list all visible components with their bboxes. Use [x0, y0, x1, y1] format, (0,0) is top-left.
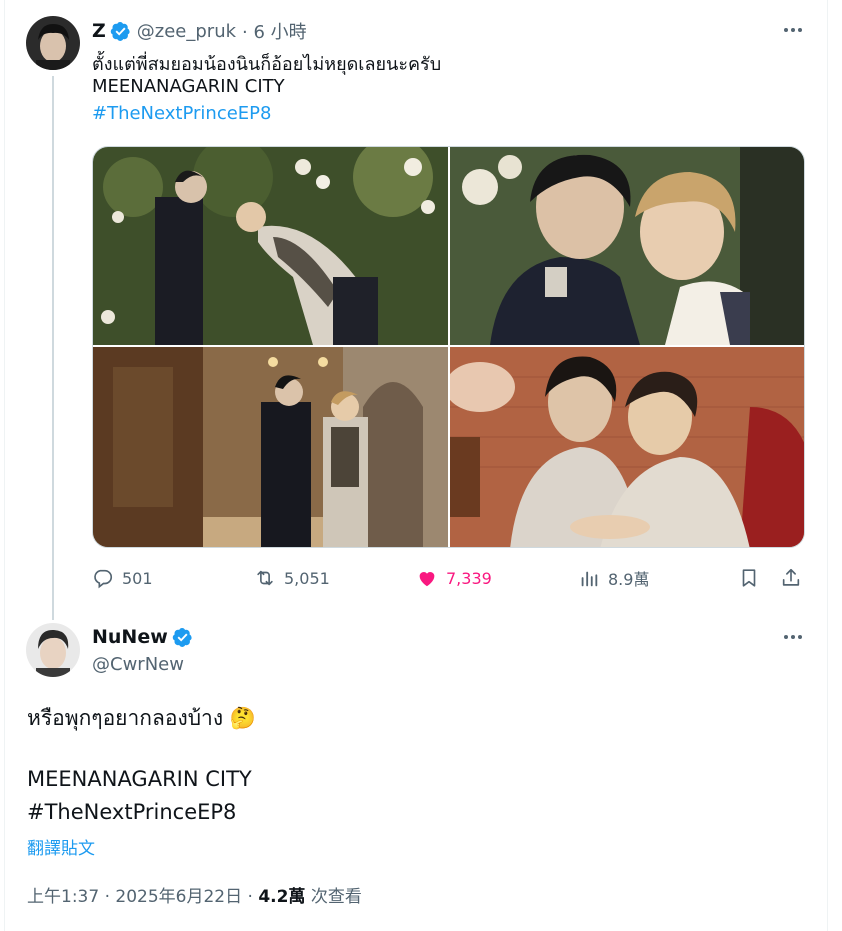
media-photo-3[interactable] — [93, 347, 448, 547]
avatar[interactable] — [26, 623, 80, 677]
post-views-count: 4.2萬 — [258, 887, 306, 907]
hashtag-link[interactable]: #TheNextPrinceEP8 — [92, 103, 272, 124]
media-photo-2[interactable] — [450, 147, 804, 345]
media-photo-1[interactable] — [93, 147, 448, 345]
verified-badge-icon — [172, 627, 193, 648]
post-meta: 上午1:37 · 2025年6月22日 · 4.2萬 次查看 — [27, 882, 362, 907]
reply-header: NuNew — [92, 626, 193, 648]
tweet-time[interactable]: · 6 小時 — [242, 18, 307, 44]
author-handle[interactable]: @CwrNew — [92, 654, 184, 675]
hashtag-link[interactable]: #TheNextPrinceEP8 — [27, 800, 236, 824]
tweet-header: Z @zee_pruk · 6 小時 — [92, 18, 307, 44]
bookmark-button[interactable] — [738, 563, 760, 593]
like-count: 7,339 — [446, 568, 492, 588]
reply-count: 501 — [122, 568, 153, 588]
verified-badge-icon — [110, 21, 131, 42]
author-handle[interactable]: @zee_pruk — [137, 21, 236, 42]
repost-icon — [257, 570, 273, 586]
author-name[interactable]: NuNew — [92, 626, 168, 648]
thread-connector-line — [52, 76, 54, 620]
media-photo-4[interactable] — [450, 347, 804, 547]
reply-icon — [94, 569, 113, 589]
avatar[interactable] — [26, 16, 80, 70]
repost-count: 5,051 — [284, 568, 330, 588]
more-icon[interactable] — [781, 625, 805, 649]
more-icon[interactable] — [781, 18, 805, 42]
reply-handle-row: @CwrNew — [92, 654, 184, 675]
post-views-label: 次查看 — [305, 887, 362, 907]
reply-text-line2: MEENANAGARIN CITY — [27, 767, 252, 791]
translate-post-link[interactable]: 翻譯貼文 — [27, 834, 95, 859]
bookmark-icon — [742, 569, 756, 587]
views-count: 8.9萬 — [608, 570, 650, 589]
reply-text: หรือพุกๆอยากลองบ้าง 🤔 — [27, 706, 256, 730]
tweet-text-line2: MEENANAGARIN CITY — [92, 76, 285, 97]
share-icon — [782, 568, 800, 586]
tweet-text: ตั้งแต่พี่สมยอมน้องนินก็อ้อยไม่หยุดเลยนะ… — [92, 54, 442, 75]
repost-button[interactable]: 5,051 — [254, 563, 330, 593]
reply-button[interactable]: 501 — [92, 563, 153, 593]
like-icon — [419, 572, 435, 587]
media-grid — [92, 146, 805, 548]
like-button[interactable]: 7,339 — [416, 563, 492, 593]
author-name[interactable]: Z — [92, 20, 106, 42]
views-button[interactable]: 8.9萬 — [578, 563, 649, 593]
views-icon — [581, 571, 598, 587]
post-timestamp[interactable]: 上午1:37 · 2025年6月22日 · — [27, 887, 258, 907]
tweet-actions: 501 5,051 7,339 8.9萬 — [92, 563, 810, 593]
share-button[interactable] — [780, 563, 802, 593]
